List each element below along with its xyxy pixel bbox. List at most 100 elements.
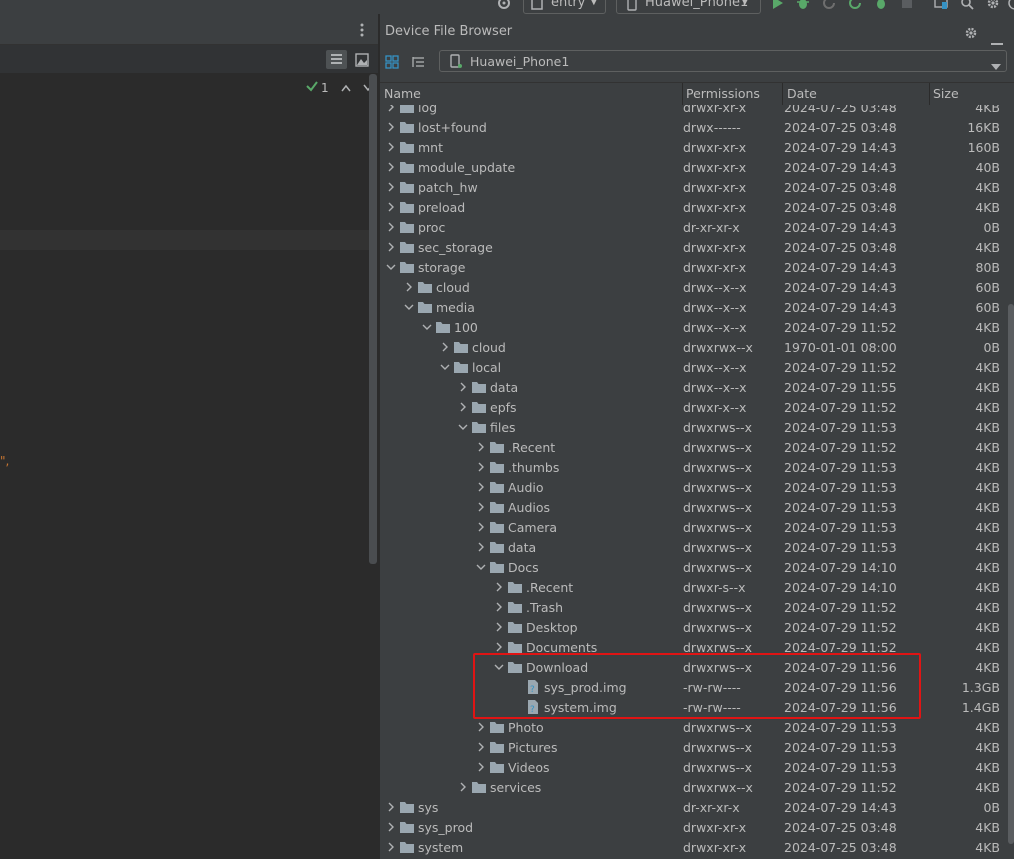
device-manager-icon[interactable] (934, 0, 948, 13)
column-separator[interactable] (782, 83, 783, 105)
chevron-down-icon[interactable] (476, 562, 486, 572)
chevron-down-icon[interactable] (404, 302, 414, 312)
image-view-icon[interactable] (355, 52, 369, 71)
stop-icon[interactable] (901, 0, 913, 13)
file-tree-scrollbar[interactable] (1008, 304, 1014, 844)
folder-row[interactable]: sys dr-xr-xr-x 2024-07-29 14:43 0B (380, 797, 1014, 817)
column-name[interactable]: Name (384, 86, 421, 101)
folder-row[interactable]: module_update drwxr-xr-x 2024-07-29 14:43 4… (380, 157, 1014, 177)
gear-icon[interactable] (986, 0, 1000, 13)
chevron-right-icon[interactable] (440, 342, 450, 352)
chevron-right-icon[interactable] (476, 522, 486, 532)
folder-row[interactable]: local drwx--x--x 2024-07-29 11:52 4KB (380, 357, 1014, 377)
avatar-icon[interactable] (1008, 0, 1014, 13)
chevron-right-icon[interactable] (386, 162, 396, 172)
chevron-down-icon[interactable] (386, 262, 396, 272)
folder-row[interactable]: cloud drwxrwx--x 1970-01-01 08:00 0B (380, 337, 1014, 357)
chevron-right-icon[interactable] (386, 822, 396, 832)
chevron-down-icon[interactable] (440, 362, 450, 372)
folder-row[interactable]: sec_storage drwxr-xr-x 2024-07-25 03:48 4KB (380, 237, 1014, 257)
folder-row[interactable]: patch_hw drwxr-xr-x 2024-07-25 03:48 4KB (380, 177, 1014, 197)
folder-row[interactable]: data drwxrws--x 2024-07-29 11:53 4KB (380, 537, 1014, 557)
chevron-right-icon[interactable] (476, 722, 486, 732)
chevron-right-icon[interactable] (476, 442, 486, 452)
chevron-right-icon[interactable] (476, 762, 486, 772)
folder-row[interactable]: log drwxr-xr-x 2024-07-25 03:48 4KB (380, 105, 1014, 117)
folder-row[interactable]: Photo drwxrws--x 2024-07-29 11:53 4KB (380, 717, 1014, 737)
folder-row[interactable]: Videos drwxrws--x 2024-07-29 11:53 4KB (380, 757, 1014, 777)
folder-row[interactable]: epfs drwxr-x--x 2024-07-29 11:52 4KB (380, 397, 1014, 417)
target-icon[interactable] (497, 0, 511, 13)
folder-row[interactable]: Pictures drwxrws--x 2024-07-29 11:53 4KB (380, 737, 1014, 757)
search-icon[interactable] (960, 0, 974, 13)
device-selector-toolbar[interactable]: Huawei_Phone1 ▼ (616, 0, 761, 14)
chevron-right-icon[interactable] (386, 142, 396, 152)
chevron-right-icon[interactable] (404, 282, 414, 292)
folder-row[interactable]: Audios drwxrws--x 2024-07-29 11:53 4KB (380, 497, 1014, 517)
tree-view-icon[interactable] (411, 54, 425, 73)
folder-row[interactable]: Camera drwxrws--x 2024-07-29 11:53 4KB (380, 517, 1014, 537)
folder-row[interactable]: Desktop drwxrws--x 2024-07-29 11:52 4KB (380, 617, 1014, 637)
editor-scrollbar[interactable] (369, 74, 377, 564)
profile-icon[interactable] (822, 0, 836, 13)
run-icon[interactable] (772, 0, 784, 13)
folder-row[interactable]: mnt drwxr-xr-x 2024-07-29 14:43 160B (380, 137, 1014, 157)
settings-gear-icon[interactable] (964, 25, 978, 44)
chevron-right-icon[interactable] (386, 802, 396, 812)
chevron-right-icon[interactable] (494, 602, 504, 612)
chevron-down-icon[interactable] (422, 322, 432, 332)
chevron-right-icon[interactable] (494, 582, 504, 592)
folder-row[interactable]: lost+found drwx------ 2024-07-25 03:48 16KB (380, 117, 1014, 137)
chevron-right-icon[interactable] (494, 622, 504, 632)
chevron-right-icon[interactable] (386, 182, 396, 192)
chevron-down-icon[interactable] (458, 422, 468, 432)
column-date[interactable]: Date (787, 86, 817, 101)
chevron-up-icon[interactable] (341, 81, 351, 95)
chevron-right-icon[interactable] (476, 462, 486, 472)
chevron-right-icon[interactable] (386, 105, 396, 112)
chevron-right-icon[interactable] (386, 222, 396, 232)
folder-row[interactable]: media drwx--x--x 2024-07-29 14:43 60B (380, 297, 1014, 317)
more-options-icon[interactable] (360, 22, 364, 41)
folder-row[interactable]: .Trash drwxrws--x 2024-07-29 11:52 4KB (380, 597, 1014, 617)
minimize-icon[interactable] (991, 31, 1003, 50)
chevron-right-icon[interactable] (386, 242, 396, 252)
device-selector[interactable]: Huawei_Phone1 (439, 50, 1007, 72)
debug-icon[interactable] (796, 0, 810, 13)
chevron-right-icon[interactable] (386, 202, 396, 212)
folder-row[interactable]: data drwx--x--x 2024-07-29 11:55 4KB (380, 377, 1014, 397)
column-separator[interactable] (929, 83, 930, 105)
folder-row[interactable]: proc dr-xr-xr-x 2024-07-29 14:43 0B (380, 217, 1014, 237)
folder-row[interactable]: .Recent drwxrws--x 2024-07-29 11:52 4KB (380, 437, 1014, 457)
chevron-right-icon[interactable] (476, 502, 486, 512)
chevron-right-icon[interactable] (458, 782, 468, 792)
column-permissions[interactable]: Permissions (686, 86, 760, 101)
chevron-right-icon[interactable] (458, 382, 468, 392)
folder-row[interactable]: services drwxrwx--x 2024-07-29 11:52 4KB (380, 777, 1014, 797)
chevron-right-icon[interactable] (386, 842, 396, 852)
chevron-right-icon[interactable] (476, 742, 486, 752)
chevron-right-icon[interactable] (476, 542, 486, 552)
folder-row[interactable]: storage drwxr-xr-x 2024-07-29 14:43 80B (380, 257, 1014, 277)
column-size[interactable]: Size (933, 86, 959, 101)
chevron-right-icon[interactable] (476, 482, 486, 492)
inspection-widget[interactable]: 1 (305, 80, 373, 95)
folder-row[interactable]: system drwxr-xr-x 2024-07-25 03:48 4KB (380, 837, 1014, 857)
chevron-right-icon[interactable] (458, 402, 468, 412)
attach-debugger-icon[interactable] (874, 0, 888, 13)
folder-row[interactable]: .thumbs drwxrws--x 2024-07-29 11:53 4KB (380, 457, 1014, 477)
apply-changes-icon[interactable] (848, 0, 862, 13)
chevron-right-icon[interactable] (494, 642, 504, 652)
folder-row[interactable]: preload drwxr-xr-x 2024-07-25 03:48 4KB (380, 197, 1014, 217)
folder-row[interactable]: 100 drwx--x--x 2024-07-29 11:52 4KB (380, 317, 1014, 337)
column-separator[interactable] (682, 83, 683, 105)
module-selector[interactable]: entry ▼ (523, 0, 606, 14)
folder-row[interactable]: .Recent drwxr-s--x 2024-07-29 14:10 4KB (380, 577, 1014, 597)
folder-row[interactable]: files drwxrws--x 2024-07-29 11:53 4KB (380, 417, 1014, 437)
folder-row[interactable]: Docs drwxrws--x 2024-07-29 14:10 4KB (380, 557, 1014, 577)
expand-all-icon[interactable] (385, 54, 399, 73)
code-view-toggle[interactable] (326, 50, 347, 69)
folder-row[interactable]: cloud drwx--x--x 2024-07-29 14:43 60B (380, 277, 1014, 297)
folder-row[interactable]: sys_prod drwxr-xr-x 2024-07-25 03:48 4KB (380, 817, 1014, 837)
chevron-right-icon[interactable] (386, 122, 396, 132)
